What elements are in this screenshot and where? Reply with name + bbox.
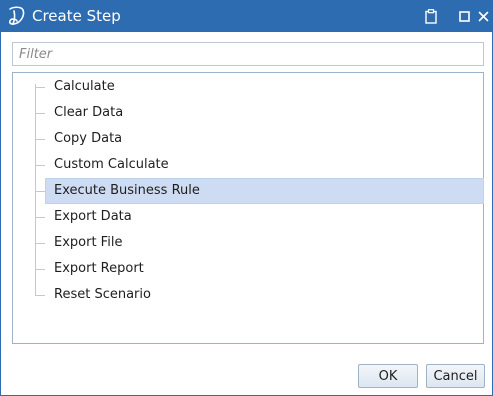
dialog-title: Create Step: [32, 7, 121, 25]
tree-item-clear-data[interactable]: Clear Data: [35, 100, 484, 126]
clipboard-icon[interactable]: [423, 8, 439, 24]
tree-connector: [35, 86, 45, 88]
tree-connector: [35, 190, 45, 192]
app-logo-icon: [8, 6, 25, 25]
tree-connector: [35, 164, 45, 166]
tree-connector: [35, 294, 45, 296]
tree-connector: [35, 112, 45, 114]
tree-item-label: Calculate: [54, 79, 115, 94]
tree-item-label: Clear Data: [54, 105, 124, 120]
tree-item-label: Copy Data: [54, 131, 123, 146]
tree-item-export-report[interactable]: Export Report: [35, 256, 484, 282]
close-icon[interactable]: [475, 8, 491, 24]
title-bar[interactable]: Create Step: [1, 0, 493, 32]
tree-item-custom-calculate[interactable]: Custom Calculate: [35, 152, 484, 178]
tree-item-export-file[interactable]: Export File: [35, 230, 484, 256]
tree-item-label: Execute Business Rule: [54, 183, 200, 198]
tree-connector: [35, 216, 45, 218]
tree-item-reset-scenario[interactable]: Reset Scenario: [35, 282, 484, 308]
tree-item-calculate[interactable]: Calculate: [35, 74, 484, 100]
tree-item-label: Export Data: [54, 209, 132, 224]
ok-button[interactable]: OK: [358, 364, 418, 388]
tree-item-label: Custom Calculate: [54, 157, 169, 172]
tree-item-export-data[interactable]: Export Data: [35, 204, 484, 230]
tree-item-copy-data[interactable]: Copy Data: [35, 126, 484, 152]
tree-item-label: Export File: [54, 235, 123, 250]
maximize-icon[interactable]: [456, 8, 472, 24]
create-step-dialog: Create Step Calculate Clear Data: [0, 0, 493, 396]
tree-connector: [35, 138, 45, 140]
tree-item-execute-business-rule[interactable]: Execute Business Rule: [35, 178, 484, 204]
tree-connector: [35, 242, 45, 244]
tree-item-label: Export Report: [54, 261, 144, 276]
filter-input[interactable]: [12, 42, 484, 66]
step-type-tree: Calculate Clear Data Copy Data Custom Ca…: [12, 72, 484, 344]
tree-connector: [35, 268, 45, 270]
tree-item-label: Reset Scenario: [54, 287, 151, 302]
cancel-button[interactable]: Cancel: [426, 364, 485, 388]
